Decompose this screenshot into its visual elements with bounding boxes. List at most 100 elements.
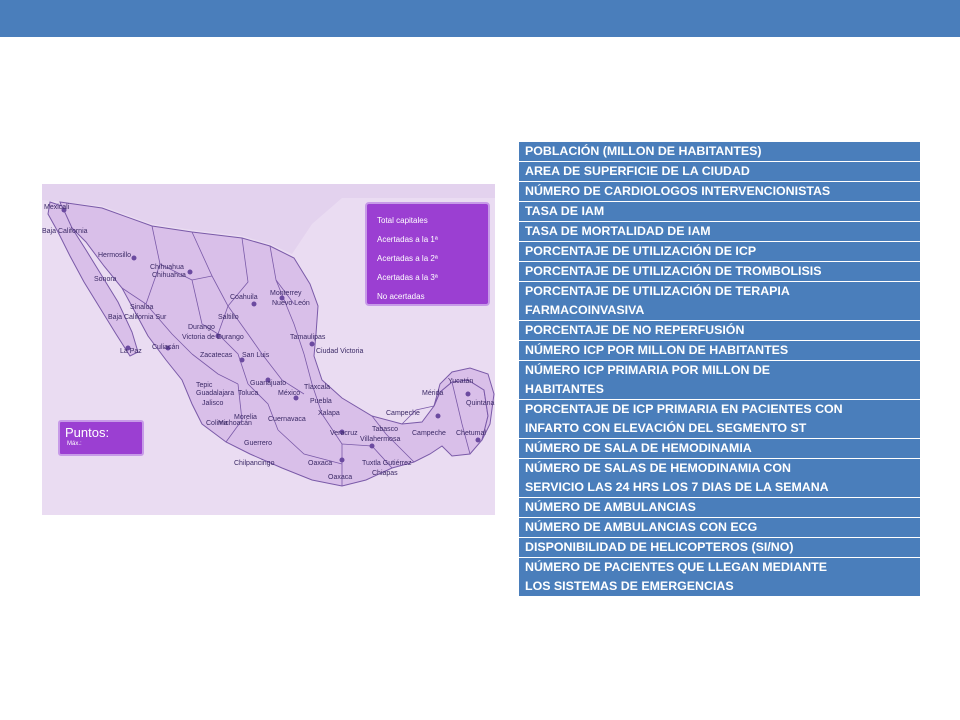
map-place-label: México xyxy=(278,390,301,397)
metric-row: NÚMERO DE PACIENTES QUE LLEGAN MEDIANTE L… xyxy=(519,558,920,596)
metric-row: TASA DE IAM xyxy=(519,202,920,222)
metric-label: LOS SISTEMAS DE EMERGENCIAS xyxy=(525,579,734,593)
metric-label: PORCENTAJE DE UTILIZACIÓN DE TROMBOLISIS xyxy=(525,264,822,278)
metric-row: NÚMERO ICP POR MILLON DE HABITANTES xyxy=(519,341,920,361)
map-place-label: Michoacán xyxy=(218,420,252,427)
metric-label: NÚMERO DE AMBULANCIAS xyxy=(525,500,696,514)
legend-acertadas-3: Acertadas a la 3ª xyxy=(377,273,438,282)
map-place-label: Quintana Roo xyxy=(466,400,495,407)
map-place-label: Xalapa xyxy=(318,410,340,417)
metric-label: NÚMERO ICP POR MILLON DE HABITANTES xyxy=(525,343,789,357)
metric-label: PORCENTAJE DE UTILIZACIÓN DE TERAPIA xyxy=(525,284,790,298)
metric-label: TASA DE IAM xyxy=(525,204,605,218)
metric-row: TASA DE MORTALIDAD DE IAM xyxy=(519,222,920,242)
metric-label: NÚMERO DE AMBULANCIAS CON ECG xyxy=(525,520,758,534)
legend-acertadas-1: Acertadas a la 1ª xyxy=(377,235,438,244)
metric-label: AREA DE SUPERFICIE DE LA CIUDAD xyxy=(525,164,750,178)
metric-row: AREA DE SUPERFICIE DE LA CIUDAD xyxy=(519,162,920,182)
metric-label: PORCENTAJE DE ICP PRIMARIA EN PACIENTES … xyxy=(525,402,843,416)
metric-label: POBLACIÓN (MILLON DE HABITANTES) xyxy=(525,144,762,158)
metric-row: NÚMERO DE SALAS DE HEMODINAMIA CON SERVIC… xyxy=(519,459,920,498)
map-place-label: Oaxaca xyxy=(308,460,333,467)
map-place-label: Hermosillo xyxy=(98,252,132,259)
map-place-label: Sinaloa xyxy=(130,304,154,311)
metric-row: PORCENTAJE DE ICP PRIMARIA EN PACIENTES … xyxy=(519,400,920,439)
map-place-label: Baja California Sur xyxy=(108,314,167,321)
metric-label: HABITANTES xyxy=(525,382,604,396)
metric-label: PORCENTAJE DE NO REPERFUSIÓN xyxy=(525,323,745,337)
metric-row: NÚMERO DE AMBULANCIAS xyxy=(519,498,920,518)
map-place-label: Toluca xyxy=(238,390,259,397)
metric-row: NÚMERO ICP PRIMARIA POR MILLON DE HABITAN… xyxy=(519,361,920,400)
score-title: Puntos: xyxy=(65,425,110,440)
map-place-label: Tuxtla Gutiérrez xyxy=(362,460,412,467)
map-place-label: Chihuahua xyxy=(150,264,184,271)
map-place-label: Mérida xyxy=(422,390,444,397)
metric-row: PORCENTAJE DE UTILIZACIÓN DE ICP xyxy=(519,242,920,262)
map-place-label: Durango xyxy=(188,324,215,331)
metric-row: PORCENTAJE DE NO REPERFUSIÓN xyxy=(519,321,920,341)
mexico-map[interactable]: Mexicali Baja California Hermosillo Sonora C… xyxy=(42,184,495,515)
map-place-label: Ciudad Victoria xyxy=(316,348,364,355)
map-place-label: Oaxaca xyxy=(328,474,353,481)
metric-label: NÚMERO ICP PRIMARIA POR MILLON DE xyxy=(525,363,771,377)
metric-label: SERVICIO LAS 24 HRS LOS 7 DIAS DE LA SEM… xyxy=(525,480,829,494)
map-place-label: Jalisco xyxy=(202,400,224,407)
map-place-label: Yucatán xyxy=(448,378,474,385)
map-place-label: Guadalajara xyxy=(196,390,235,397)
map-place-label: Baja California xyxy=(42,228,88,235)
map-legend: Total capitales Acertadas a la 1ª Acerta… xyxy=(365,202,490,306)
map-place-label: Mexicali xyxy=(44,204,70,211)
metric-label: DISPONIBILIDAD DE HELICOPTEROS (SI/NO) xyxy=(525,540,794,554)
map-place-label: Coahuila xyxy=(230,294,258,301)
map-place-label: Nuevo León xyxy=(272,300,310,307)
map-place-label: Tepic xyxy=(196,382,213,389)
map-place-label: Morelia xyxy=(234,414,257,421)
metric-label: NÚMERO DE SALAS DE HEMODINAMIA CON xyxy=(525,461,791,475)
map-place-label: Saltillo xyxy=(218,314,239,321)
metric-label: PORCENTAJE DE UTILIZACIÓN DE ICP xyxy=(525,244,757,258)
map-place-label: La Paz xyxy=(120,348,142,355)
score-box: Puntos: Máx.: xyxy=(58,420,144,456)
metric-label: NÚMERO DE CARDIOLOGOS INTERVENCIONISTAS xyxy=(525,184,831,198)
metric-label: INFARTO CON ELEVACIÓN DEL SEGMENTO ST xyxy=(525,421,807,435)
map-place-label: Villahermosa xyxy=(360,436,401,443)
map-place-label: Chihuahua xyxy=(152,272,186,279)
map-place-label: Tlaxcala xyxy=(304,384,331,391)
metric-row: NÚMERO DE SALA DE HEMODINAMIA xyxy=(519,439,920,459)
legend-acertadas-2: Acertadas a la 2ª xyxy=(377,254,438,263)
map-place-label: Chetumal xyxy=(456,430,486,437)
metric-row: NÚMERO DE CARDIOLOGOS INTERVENCIONISTAS xyxy=(519,182,920,202)
metric-row: POBLACIÓN (MILLON DE HABITANTES) xyxy=(519,142,920,162)
map-place-label: Guanajuato xyxy=(250,380,287,387)
map-place-label: Tamaulipas xyxy=(290,334,326,341)
metric-label: TASA DE MORTALIDAD DE IAM xyxy=(525,224,711,238)
map-place-label: Monterrey xyxy=(270,290,302,297)
map-place-label: Puebla xyxy=(310,398,332,405)
map-place-label: Chiapas xyxy=(372,470,398,477)
legend-no-acertadas: No acertadas xyxy=(377,292,425,301)
metric-row: PORCENTAJE DE UTILIZACIÓN DE TROMBOLISIS xyxy=(519,262,920,282)
map-place-label: Guerrero xyxy=(244,440,273,447)
map-place-label: San Luis xyxy=(242,352,270,359)
map-place-label: Veracruz xyxy=(330,430,358,437)
metric-label: FARMACOINVASIVA xyxy=(525,303,645,317)
metric-label: NÚMERO DE PACIENTES QUE LLEGAN MEDIANTE xyxy=(525,560,827,574)
map-place-label: Chilpancingo xyxy=(234,460,275,467)
map-place-label: Tabasco xyxy=(372,426,399,433)
map-place-label: Zacatecas xyxy=(200,352,233,359)
metrics-list: POBLACIÓN (MILLON DE HABITANTES) AREA DE … xyxy=(518,141,921,597)
metric-row: DISPONIBILIDAD DE HELICOPTEROS (SI/NO) xyxy=(519,538,920,558)
score-max: Máx.: xyxy=(67,441,82,447)
legend-total-capitales: Total capitales xyxy=(377,216,428,225)
metric-row: NÚMERO DE AMBULANCIAS CON ECG xyxy=(519,518,920,538)
map-place-label: Campeche xyxy=(386,410,420,417)
map-place-label: Culiacán xyxy=(152,344,180,351)
map-place-label: Cuernavaca xyxy=(268,416,306,423)
slide-header-bar xyxy=(0,0,960,37)
metric-label: NÚMERO DE SALA DE HEMODINAMIA xyxy=(525,441,752,455)
map-place-label: Victoria de Durango xyxy=(182,334,244,341)
map-place-label: Sonora xyxy=(94,276,117,283)
metric-row: PORCENTAJE DE UTILIZACIÓN DE TERAPIA FARM… xyxy=(519,282,920,321)
map-place-label: Campeche xyxy=(412,430,446,437)
